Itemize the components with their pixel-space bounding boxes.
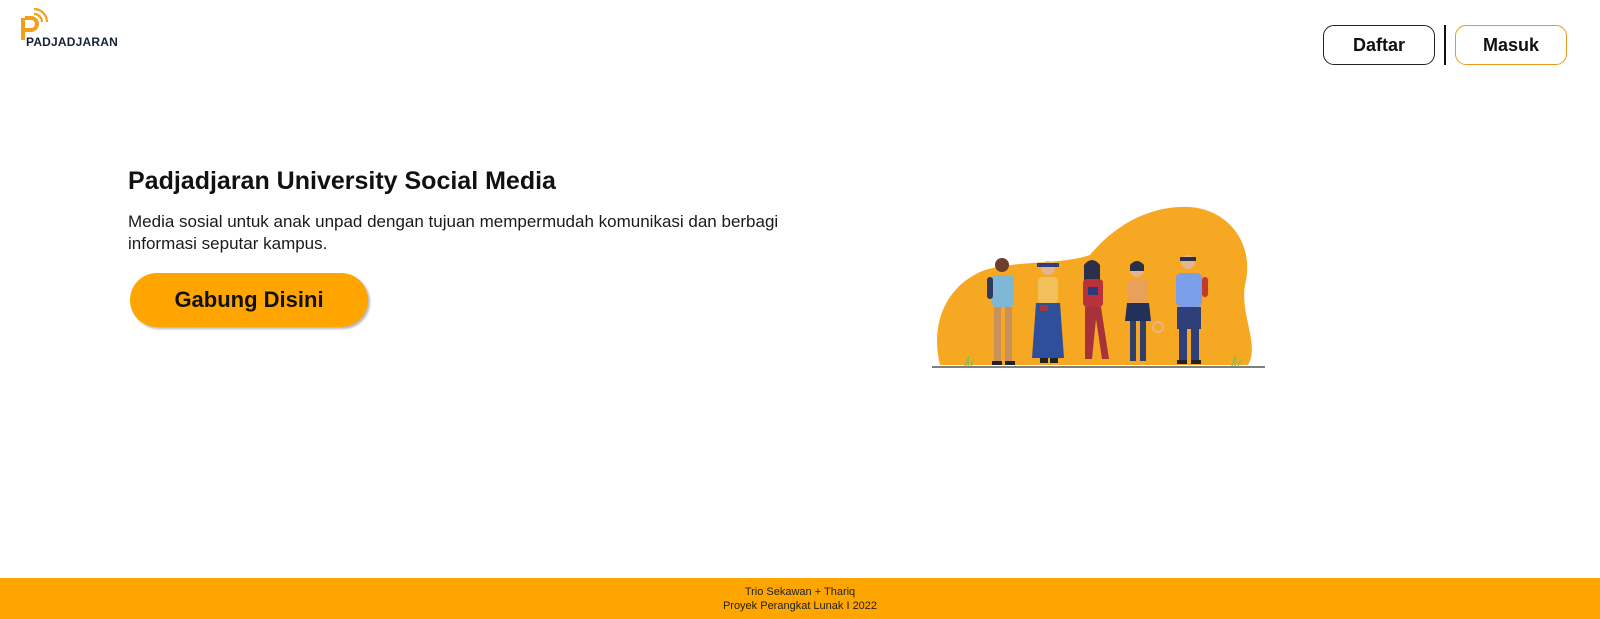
hero-title: Padjadjaran University Social Media	[128, 167, 556, 195]
students-group-illustration	[932, 206, 1265, 368]
nav-divider	[1444, 25, 1446, 65]
brand-logo[interactable]: PADJADJARAN	[18, 6, 128, 50]
hero-section: Padjadjaran University Social Media Medi…	[128, 165, 808, 255]
hero-description: Media sosial untuk anak unpad dengan tuj…	[128, 212, 779, 253]
footer-authors: Trio Sekawan + Thariq	[744, 585, 856, 598]
footer-project: Proyek Perangkat Lunak I 2022	[722, 599, 878, 612]
brand-name: PADJADJARAN	[26, 35, 118, 49]
login-button[interactable]: Masuk	[1455, 25, 1567, 65]
footer: Trio Sekawan + Thariq Proyek Perangkat L…	[0, 578, 1600, 619]
join-button[interactable]: Gabung Disini	[130, 273, 368, 327]
top-nav: Daftar Masuk	[1323, 25, 1567, 65]
register-button[interactable]: Daftar	[1323, 25, 1435, 65]
